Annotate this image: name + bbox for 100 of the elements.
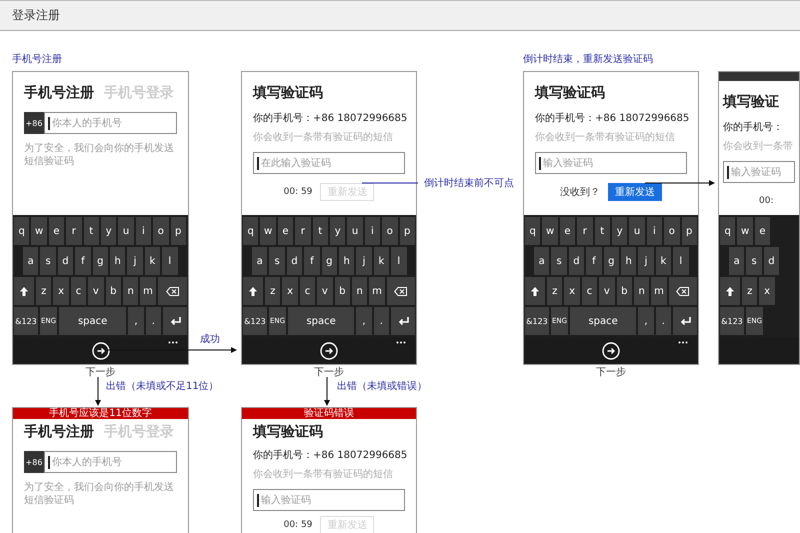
- keyboard-key[interactable]: a: [729, 247, 744, 275]
- keyboard-key[interactable]: t: [594, 217, 610, 245]
- keyboard-key[interactable]: a: [23, 247, 38, 275]
- keyboard-key[interactable]: b: [616, 277, 632, 305]
- keyboard-key[interactable]: e: [48, 217, 64, 245]
- keyboard-key[interactable]: w: [737, 217, 753, 245]
- keyboard-key[interactable]: i: [646, 217, 662, 245]
- keyboard-key[interactable]: t: [312, 217, 328, 245]
- keyboard-key[interactable]: k: [144, 247, 160, 275]
- tab[interactable]: 手机号注册: [24, 84, 94, 102]
- keyboard-key[interactable]: q: [14, 217, 30, 245]
- keyboard-key[interactable]: r: [577, 217, 593, 245]
- keyboard-key[interactable]: w: [542, 217, 558, 245]
- keyboard-key[interactable]: t: [84, 217, 99, 245]
- keyboard-key[interactable]: r: [66, 217, 82, 245]
- enter-key[interactable]: [673, 307, 697, 335]
- keyboard-key[interactable]: j: [127, 247, 143, 275]
- numbers-key[interactable]: &123: [720, 307, 744, 335]
- keyboard-key[interactable]: .: [656, 307, 671, 335]
- keyboard-key[interactable]: v: [317, 277, 333, 305]
- keyboard-key[interactable]: f: [586, 247, 602, 275]
- keyboard-key[interactable]: e: [278, 217, 294, 245]
- keyboard-key[interactable]: q: [525, 217, 540, 245]
- more-icon[interactable]: [678, 341, 688, 344]
- keyboard-key[interactable]: e: [560, 217, 576, 245]
- keyboard-key[interactable]: u: [118, 217, 134, 245]
- keyboard-key[interactable]: a: [252, 247, 268, 275]
- keyboard-key[interactable]: m: [651, 277, 667, 305]
- shift-key[interactable]: [720, 277, 740, 305]
- backspace-key[interactable]: [668, 277, 697, 305]
- keyboard-key[interactable]: y: [100, 217, 116, 245]
- keyboard-key[interactable]: v: [88, 277, 104, 305]
- keyboard-key[interactable]: ,: [356, 307, 372, 335]
- keyboard-key[interactable]: ,: [638, 307, 654, 335]
- keyboard-key[interactable]: k: [656, 247, 672, 275]
- numbers-key[interactable]: &123: [525, 307, 549, 335]
- keyboard-key[interactable]: c: [300, 277, 316, 305]
- keyboard-key[interactable]: z: [547, 277, 562, 305]
- keyboard-key[interactable]: d: [764, 247, 780, 275]
- tab[interactable]: 手机号注册: [24, 423, 94, 441]
- keyboard-key[interactable]: q: [720, 217, 736, 245]
- numbers-key[interactable]: &123: [243, 307, 267, 335]
- keyboard-key[interactable]: v: [599, 277, 615, 305]
- keyboard-key[interactable]: f: [75, 247, 91, 275]
- keyboard-key[interactable]: j: [356, 247, 372, 275]
- keyboard-key[interactable]: p: [682, 217, 697, 245]
- keyboard-key[interactable]: l: [391, 247, 407, 275]
- keyboard-key[interactable]: y: [612, 217, 628, 245]
- keyboard-key[interactable]: s: [551, 247, 567, 275]
- keyboard-key[interactable]: j: [638, 247, 654, 275]
- keyboard-key[interactable]: g: [322, 247, 337, 275]
- backspace-key[interactable]: [386, 277, 415, 305]
- keyboard-key[interactable]: .: [146, 307, 161, 335]
- keyboard-key[interactable]: h: [110, 247, 126, 275]
- keyboard-key[interactable]: z: [265, 277, 280, 305]
- keyboard-key[interactable]: u: [347, 217, 363, 245]
- keyboard-key[interactable]: d: [58, 247, 74, 275]
- keyboard-key[interactable]: x: [282, 277, 298, 305]
- space-key[interactable]: space: [59, 307, 126, 335]
- numbers-key[interactable]: &123: [14, 307, 38, 335]
- enter-key[interactable]: [391, 307, 415, 335]
- keyboard-key[interactable]: g: [92, 247, 108, 275]
- keyboard-key[interactable]: s: [746, 247, 762, 275]
- country-code[interactable]: +86: [24, 112, 44, 134]
- keyboard-key[interactable]: w: [260, 217, 276, 245]
- keyboard-key[interactable]: f: [304, 247, 320, 275]
- keyboard-key[interactable]: n: [352, 277, 368, 305]
- keyboard-key[interactable]: m: [369, 277, 385, 305]
- keyboard-key[interactable]: x: [53, 277, 69, 305]
- keyboard-key[interactable]: o: [382, 217, 398, 245]
- keyboard-key[interactable]: u: [629, 217, 645, 245]
- more-icon[interactable]: [396, 341, 406, 344]
- keyboard-key[interactable]: ,: [128, 307, 144, 335]
- enter-key[interactable]: [163, 307, 187, 335]
- keyboard-key[interactable]: p: [170, 217, 186, 245]
- keyboard-key[interactable]: c: [582, 277, 598, 305]
- keyboard-key[interactable]: a: [534, 247, 550, 275]
- keyboard-key[interactable]: o: [664, 217, 680, 245]
- keyboard-key[interactable]: z: [742, 277, 758, 305]
- keyboard-key[interactable]: i: [136, 217, 152, 245]
- backspace-key[interactable]: [158, 277, 187, 305]
- keyboard-key[interactable]: .: [374, 307, 389, 335]
- keyboard-key[interactable]: e: [754, 217, 770, 245]
- keyboard-key[interactable]: l: [162, 247, 178, 275]
- more-icon[interactable]: [168, 341, 178, 344]
- shift-key[interactable]: [14, 277, 34, 305]
- keyboard-key[interactable]: x: [759, 277, 775, 305]
- keyboard-key[interactable]: d: [568, 247, 584, 275]
- keyboard-key[interactable]: h: [620, 247, 636, 275]
- keyboard-key[interactable]: c: [70, 277, 86, 305]
- keyboard-key[interactable]: n: [122, 277, 138, 305]
- keyboard-key[interactable]: l: [673, 247, 689, 275]
- keyboard-key[interactable]: k: [374, 247, 390, 275]
- keyboard-key[interactable]: r: [295, 217, 311, 245]
- keyboard-key[interactable]: d: [286, 247, 302, 275]
- keyboard-key[interactable]: m: [140, 277, 156, 305]
- keyboard-key[interactable]: z: [36, 277, 52, 305]
- resend-button[interactable]: 重新发送: [608, 183, 662, 201]
- keyboard-key[interactable]: b: [106, 277, 121, 305]
- keyboard-key[interactable]: i: [364, 217, 380, 245]
